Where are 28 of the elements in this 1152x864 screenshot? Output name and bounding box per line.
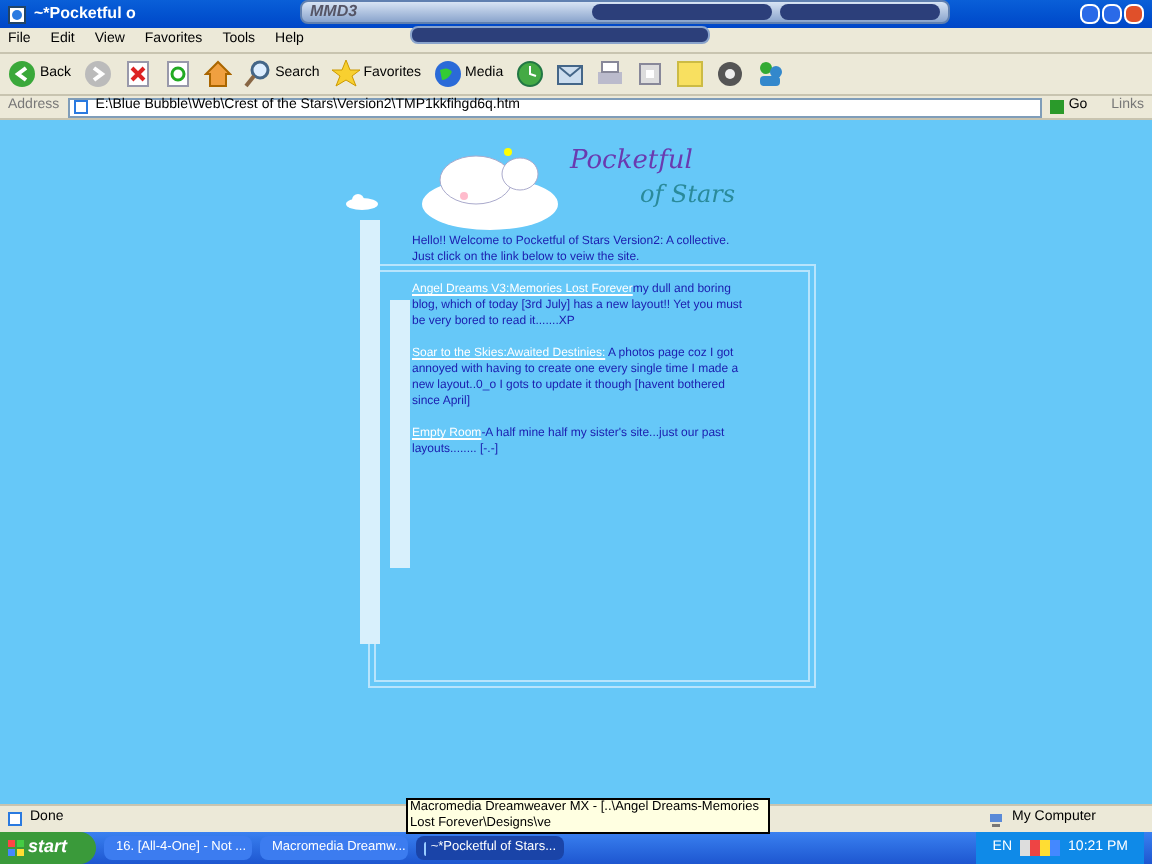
small-cloud-icon	[346, 194, 378, 210]
history-icon[interactable]	[515, 60, 544, 88]
site-logo-text: Pocketful	[570, 148, 695, 174]
start-button[interactable]: start	[0, 832, 96, 864]
page-icon	[73, 100, 88, 114]
globe-icon	[433, 60, 462, 88]
close-button[interactable]	[1124, 4, 1144, 24]
printer-icon[interactable]	[595, 60, 624, 88]
page-icon	[8, 812, 22, 826]
windows-logo-icon	[8, 840, 24, 856]
minimize-button[interactable]	[1080, 4, 1100, 24]
stop-icon[interactable]	[123, 60, 152, 88]
flower-icon[interactable]	[715, 60, 744, 88]
people-icon[interactable]	[755, 60, 784, 88]
window-title: ~*Pocketful o	[34, 2, 136, 26]
site-logo-text: of Stars	[640, 182, 736, 206]
bunny-cloud-drawing	[420, 144, 560, 232]
search-icon	[243, 60, 272, 88]
player-logo: MMD3	[310, 0, 358, 24]
refresh-icon[interactable]	[163, 60, 192, 88]
maximize-button[interactable]	[1102, 4, 1122, 24]
computer-icon	[988, 811, 1004, 827]
mail-icon[interactable]	[555, 60, 584, 88]
home-icon[interactable]	[203, 60, 232, 88]
edit-icon[interactable]	[635, 60, 664, 88]
ie-page-icon	[8, 5, 26, 23]
star-icon	[331, 60, 360, 88]
tray-icons-drawing	[1020, 840, 1061, 856]
